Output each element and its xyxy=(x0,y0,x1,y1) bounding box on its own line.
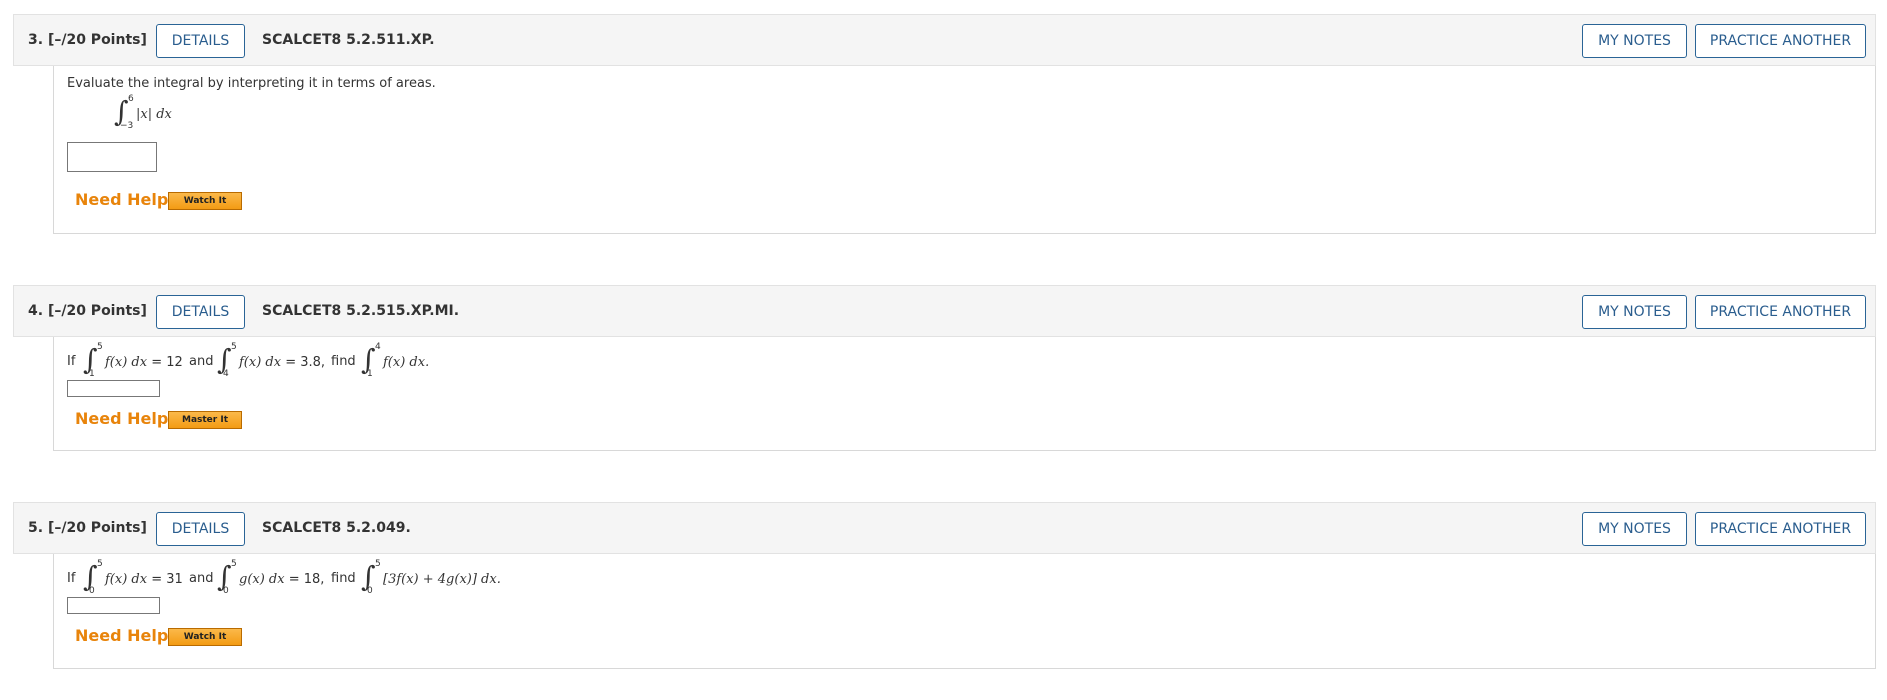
and-label: and xyxy=(189,571,214,586)
my-notes-button[interactable]: MY NOTES xyxy=(1582,24,1687,58)
integral-lower-limit: 0 xyxy=(367,586,373,596)
practice-another-button[interactable]: PRACTICE ANOTHER xyxy=(1695,24,1866,58)
answer-input[interactable] xyxy=(67,380,160,397)
integral-upper-limit: 4 xyxy=(375,342,381,352)
question-5-header: 5. [–/20 Points] DETAILS SCALCET8 5.2.04… xyxy=(13,502,1876,554)
if-label: If xyxy=(67,354,76,369)
question-number: 3. [–/20 Points] xyxy=(28,32,147,48)
details-button[interactable]: DETAILS xyxy=(156,295,245,329)
integral-upper-limit: 5 xyxy=(375,559,381,569)
integral-target: [3f(x) + 4g(x)] dx. xyxy=(383,572,501,587)
answer-input[interactable] xyxy=(67,142,157,172)
question-4-header: 4. [–/20 Points] DETAILS SCALCET8 5.2.51… xyxy=(13,285,1876,337)
integral-value: f(x) dx = 12 xyxy=(105,355,183,370)
question-code: SCALCET8 5.2.515.XP.MI. xyxy=(262,303,460,319)
practice-another-button[interactable]: PRACTICE ANOTHER xyxy=(1695,512,1866,546)
problem-statement: If ∫ 5 1 f(x) dx = 12 and ∫ 5 4 f(x) dx … xyxy=(67,342,767,379)
need-help-label: Need Help? xyxy=(75,626,178,645)
integral-target: f(x) dx. xyxy=(383,355,430,370)
question-3-header: 3. [–/20 Points] DETAILS SCALCET8 5.2.51… xyxy=(13,14,1876,66)
integral-lower-limit: 1 xyxy=(89,369,95,379)
watch-it-button[interactable]: Watch It xyxy=(168,628,242,646)
question-code: SCALCET8 5.2.511.XP. xyxy=(262,32,435,48)
watch-it-button[interactable]: Watch It xyxy=(168,192,242,210)
question-5-body: If ∫ 5 0 f(x) dx = 31 and ∫ 5 0 g(x) dx … xyxy=(53,554,1876,669)
question-prompt: Evaluate the integral by interpreting it… xyxy=(67,76,436,91)
need-help-label: Need Help? xyxy=(75,190,178,209)
find-label: find xyxy=(331,571,356,586)
my-notes-button[interactable]: MY NOTES xyxy=(1582,295,1687,329)
find-label: find xyxy=(331,354,356,369)
and-label: and xyxy=(189,354,214,369)
question-number: 5. [–/20 Points] xyxy=(28,520,147,536)
integral-value: f(x) dx = 31 xyxy=(105,572,183,587)
integral-upper-limit: 5 xyxy=(231,559,237,569)
question-number: 4. [–/20 Points] xyxy=(28,303,147,319)
need-help-label: Need Help? xyxy=(75,409,178,428)
integral-expression: ∫ 6 −3 |x| dx xyxy=(114,94,314,131)
my-notes-button[interactable]: MY NOTES xyxy=(1582,512,1687,546)
question-code: SCALCET8 5.2.049. xyxy=(262,520,411,536)
integral-upper-limit: 5 xyxy=(97,342,103,352)
integral-lower-limit: −3 xyxy=(120,121,134,131)
integral-upper-limit: 6 xyxy=(128,94,134,104)
integral-lower-limit: 1 xyxy=(367,369,373,379)
details-button[interactable]: DETAILS xyxy=(156,512,245,546)
practice-another-button[interactable]: PRACTICE ANOTHER xyxy=(1695,295,1866,329)
integral-lower-limit: 0 xyxy=(89,586,95,596)
integral-lower-limit: 0 xyxy=(223,586,229,596)
integral-lower-limit: 4 xyxy=(223,369,229,379)
question-4-body: If ∫ 5 1 f(x) dx = 12 and ∫ 5 4 f(x) dx … xyxy=(53,337,1876,451)
master-it-button[interactable]: Master It xyxy=(168,411,242,429)
integral-value: f(x) dx = 3.8, xyxy=(239,355,326,370)
integral-upper-limit: 5 xyxy=(97,559,103,569)
details-button[interactable]: DETAILS xyxy=(156,24,245,58)
answer-input[interactable] xyxy=(67,597,160,614)
integral-value: g(x) dx = 18, xyxy=(239,572,325,587)
integral-upper-limit: 5 xyxy=(231,342,237,352)
integrand: |x| dx xyxy=(136,107,172,122)
question-3-body: Evaluate the integral by interpreting it… xyxy=(53,66,1876,234)
problem-statement: If ∫ 5 0 f(x) dx = 31 and ∫ 5 0 g(x) dx … xyxy=(67,559,867,596)
if-label: If xyxy=(67,571,76,586)
